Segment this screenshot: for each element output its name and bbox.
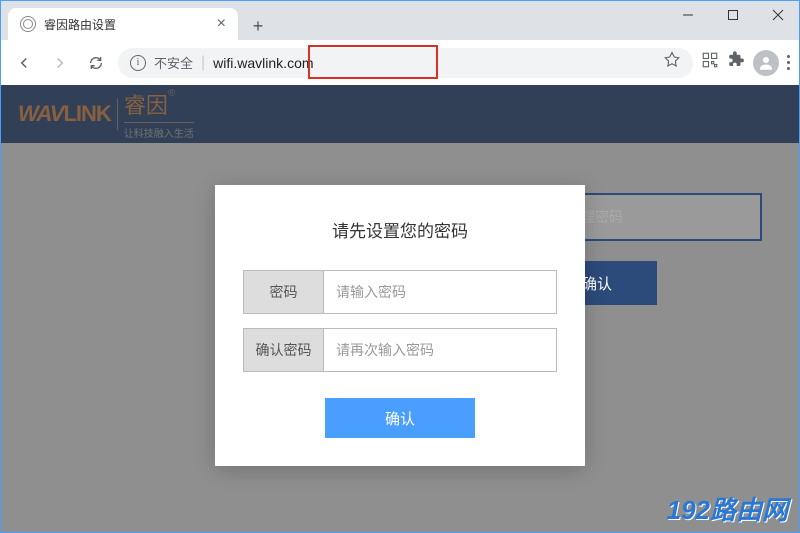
back-button[interactable] [10, 49, 38, 77]
new-tab-button[interactable]: + [244, 12, 272, 40]
url-highlight-annotation [308, 45, 438, 79]
password-label: 密码 [244, 271, 324, 313]
profile-icon[interactable] [753, 50, 779, 76]
modal-title: 请先设置您的密码 [243, 217, 557, 242]
confirm-password-row: 确认密码 [243, 328, 557, 372]
extensions-icon[interactable] [727, 51, 745, 74]
browser-chrome: 睿因路由设置 × + i 不安全 | wifi.wavlink.com [0, 0, 800, 85]
minimize-button[interactable] [665, 0, 710, 30]
window-controls [665, 0, 800, 30]
globe-icon [20, 16, 36, 32]
page-content: WAVLINK 睿因® 让科技融入生活 管理密码 请输入管理密码 确认 请先设置… [0, 85, 800, 533]
bookmark-icon[interactable] [663, 51, 681, 74]
url-field[interactable]: i 不安全 | wifi.wavlink.com [118, 48, 693, 78]
info-icon[interactable]: i [130, 55, 146, 71]
password-row: 密码 [243, 270, 557, 314]
confirm-password-label: 确认密码 [244, 329, 324, 371]
forward-button[interactable] [46, 49, 74, 77]
qr-icon[interactable] [701, 51, 719, 74]
address-bar: i 不安全 | wifi.wavlink.com [0, 40, 800, 85]
browser-tab[interactable]: 睿因路由设置 × [8, 8, 238, 40]
maximize-button[interactable] [710, 0, 755, 30]
menu-button[interactable] [787, 55, 790, 70]
close-tab-icon[interactable]: × [217, 15, 226, 33]
url-text: wifi.wavlink.com [213, 55, 313, 71]
reload-button[interactable] [82, 49, 110, 77]
security-label: 不安全 [154, 53, 193, 72]
set-password-modal: 请先设置您的密码 密码 确认密码 确认 [215, 185, 585, 466]
close-window-button[interactable] [755, 0, 800, 30]
watermark: 192路由网 [667, 490, 788, 527]
password-input[interactable] [324, 271, 556, 313]
submit-button[interactable]: 确认 [325, 398, 475, 438]
confirm-password-input[interactable] [324, 329, 556, 371]
tab-title: 睿因路由设置 [44, 16, 209, 33]
